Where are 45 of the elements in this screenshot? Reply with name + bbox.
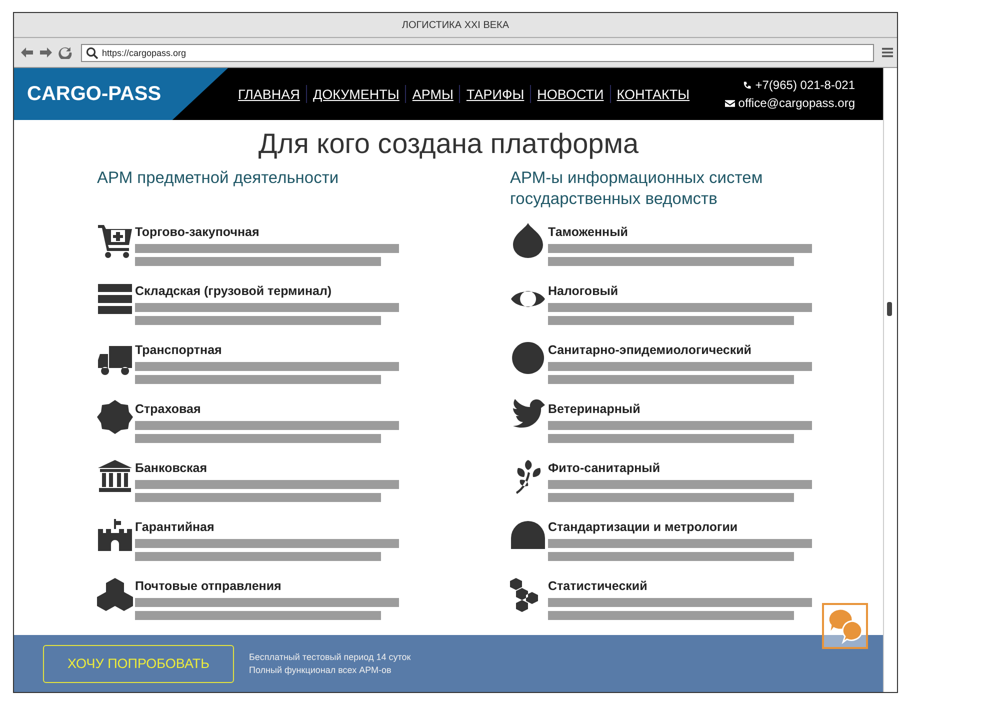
nav-link[interactable]: НОВОСТИ <box>537 86 604 102</box>
item-title: Статистический <box>548 579 648 594</box>
promo-text: Бесплатный тестовый период 14 суток <box>249 650 411 664</box>
item-title: Страховая <box>135 402 202 417</box>
back-icon[interactable] <box>20 46 34 59</box>
nav-link[interactable]: ГЛАВНАЯ <box>238 86 300 102</box>
castle-icon <box>97 517 133 553</box>
cubes-icon <box>97 576 133 612</box>
phone-number: +7(965) 021-8-021 <box>755 78 855 92</box>
menu-icon[interactable] <box>882 47 893 58</box>
nav-link[interactable]: КОНТАКТЫ <box>616 86 690 102</box>
phone-icon <box>742 80 752 90</box>
column-title: АРМ-ы информационных систем государственных ведомств <box>510 168 764 210</box>
item-title: Санитарно-эпидемиологический <box>548 343 752 358</box>
nav-link[interactable]: ДОКУМЕНТЫ <box>312 86 400 102</box>
address-field[interactable]: https://cargopass.org <box>81 44 874 62</box>
nav-link[interactable]: АРМЫ <box>412 86 454 102</box>
forward-icon[interactable] <box>39 46 53 59</box>
drop-icon <box>510 222 546 258</box>
item-title: Ветеринарный <box>548 402 642 417</box>
server-icon <box>97 281 133 317</box>
promo-text: Полный функционал всех АРМ-ов <box>249 664 392 676</box>
mail-icon <box>725 98 736 108</box>
bank-icon <box>97 458 133 494</box>
item-title: Транспортная <box>135 343 223 358</box>
item-title: Гарантийная <box>135 520 216 535</box>
email-address: office@cargopass.org <box>738 96 855 110</box>
badge-icon <box>97 399 133 435</box>
item-title: Складская (грузовой терминал) <box>135 284 333 299</box>
logo[interactable]: CARGO-PASS <box>14 68 228 120</box>
cart-icon <box>97 222 133 258</box>
item-title: Почтовые отправления <box>135 579 282 594</box>
item-title: Стандартизации и метрологии <box>548 520 739 535</box>
item-title: Налоговый <box>548 284 620 299</box>
section-heading: Для кого создана платформа <box>257 128 640 160</box>
item-title: Таможенный <box>548 225 629 240</box>
search-icon <box>86 46 98 58</box>
column-title: АРМ предметной деятельности <box>97 168 340 189</box>
item-title: Торгово-закупочная <box>135 225 260 240</box>
item-title: Банковская <box>135 461 208 476</box>
nav-link[interactable]: ТАРИФЫ <box>466 86 524 102</box>
reload-icon[interactable] <box>58 46 72 59</box>
window-title: ЛОГИСТИКА XXI ВЕКА <box>402 20 510 30</box>
chat-button[interactable] <box>822 603 868 649</box>
item-title: Фито-санитарный <box>548 461 662 476</box>
